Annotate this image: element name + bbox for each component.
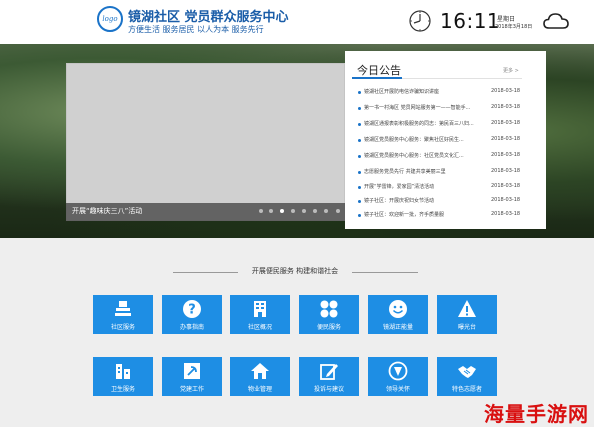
- grid-icon: [320, 300, 338, 318]
- clock-icon: [409, 10, 431, 32]
- home-icon: [251, 363, 269, 379]
- notice-item-date: 2018-03-18: [491, 183, 521, 189]
- smile-icon: [389, 300, 407, 318]
- tile-overview[interactable]: 社区概况: [230, 295, 290, 334]
- notice-item-date: 2018-03-18: [491, 104, 521, 110]
- notice-item[interactable]: 开展“学雷锋，爱家园”清洁活动 2018-03-18: [358, 183, 530, 193]
- tile-property[interactable]: 物业管理: [230, 357, 290, 396]
- svg-text:?: ?: [188, 303, 196, 318]
- logo[interactable]: logo: [97, 6, 123, 32]
- slider-dot[interactable]: [313, 209, 317, 213]
- tile-label: 办事指南: [179, 324, 204, 331]
- notice-item-title[interactable]: 镜子社区：开展庆祝妇女节活动: [364, 197, 482, 204]
- tile-label: 曝光台: [457, 324, 476, 331]
- bullet-icon: [358, 171, 361, 174]
- building-icon: [254, 301, 266, 317]
- tile-label: 物业管理: [247, 386, 272, 393]
- tile-complaints[interactable]: 投诉与建议: [299, 357, 359, 396]
- notice-item-date: 2018-03-18: [491, 197, 521, 203]
- tile-label: 特色志愿者: [451, 386, 482, 393]
- bullet-icon: [358, 214, 361, 217]
- watermark: 海量手游网: [484, 402, 589, 426]
- notice-item-date: 2018-03-18: [491, 211, 521, 217]
- slider-dot[interactable]: [269, 209, 273, 213]
- health-icon: [116, 364, 130, 379]
- cloud-icon: [543, 13, 569, 29]
- notice-item-title[interactable]: 志愿服务党员先行 共建共享美丽三里: [364, 168, 482, 175]
- notice-item[interactable]: 镜湖区党员服务中心服务：聚焦社区好民生... 2018-03-18: [358, 136, 530, 146]
- page-title: 镜湖社区 党员群众服务中心: [128, 10, 289, 25]
- notice-item-title[interactable]: 第一书一村海区 党员网站服务第一——智能手...: [364, 104, 482, 111]
- edit-icon: [320, 364, 338, 380]
- divider-left: [173, 272, 238, 273]
- tile-positive-energy[interactable]: 镜湖正能量: [368, 295, 428, 334]
- tile-guide[interactable]: ? 办事指南: [162, 295, 222, 334]
- date: 2018年3月18日: [495, 24, 533, 30]
- tile-community-service[interactable]: 社区服务: [93, 295, 153, 334]
- slider-dot[interactable]: [291, 209, 295, 213]
- tile-label: 社区概况: [247, 324, 272, 331]
- notice-item[interactable]: 第一书一村海区 党员网站服务第一——智能手... 2018-03-18: [358, 104, 530, 114]
- tile-exposure[interactable]: 曝光台: [437, 295, 497, 334]
- handshake-icon: [458, 366, 476, 378]
- bullet-icon: [358, 155, 361, 158]
- slogan: 方便生活 服务居民 以人为本 服务先行: [128, 25, 264, 34]
- slider-caption[interactable]: 开展“趣味庆三八”活动: [72, 206, 142, 216]
- notice-item-title[interactable]: 镜湖社区开展防电信诈骗知识讲座: [364, 88, 482, 95]
- tile-label: 党建工作: [179, 386, 204, 393]
- bullet-icon: [358, 123, 361, 126]
- notice-item-date: 2018-03-18: [491, 120, 521, 126]
- notice-title: 今日公告: [357, 64, 401, 77]
- notice-item-title[interactable]: 镜湖区党员服务中心服务：聚焦社区好民生...: [364, 136, 482, 143]
- slider-dot[interactable]: [259, 209, 263, 213]
- notice-item-title[interactable]: 开展“学雷锋，爱家园”清洁活动: [364, 183, 482, 190]
- time-display: 16:11: [440, 9, 501, 33]
- bullet-icon: [358, 186, 361, 189]
- tile-volunteers[interactable]: 特色志愿者: [437, 357, 497, 396]
- notice-item-title[interactable]: 镜湖区通报表彰积极服务的同志：第民百三八妇...: [364, 120, 482, 127]
- tile-label: 卫生服务: [110, 386, 135, 393]
- more-link[interactable]: 更多 >: [503, 67, 519, 74]
- notice-item[interactable]: 镜湖社区开展防电信诈骗知识讲座 2018-03-18: [358, 88, 530, 98]
- slider-dot[interactable]: [336, 209, 340, 213]
- notice-item[interactable]: 志愿服务党员先行 共建共享美丽三里 2018-03-18: [358, 168, 530, 178]
- notice-item[interactable]: 镜子社区：欢迎新一批，齐手质量服 2018-03-18: [358, 211, 530, 221]
- notice-item[interactable]: 镜子社区：开展庆祝妇女节活动 2018-03-18: [358, 197, 530, 207]
- logo-text: logo: [102, 15, 118, 23]
- slider-dot[interactable]: [324, 209, 328, 213]
- slider-dot[interactable]: [302, 209, 306, 213]
- bullet-icon: [358, 139, 361, 142]
- weekday: 星期日: [497, 16, 516, 23]
- tile-convenience[interactable]: 便民服务: [299, 295, 359, 334]
- notice-item-title[interactable]: 镜湖区党员服务中心服务：社区党员文化汇...: [364, 152, 482, 159]
- bullet-icon: [358, 91, 361, 94]
- services-title: 开展便民服务 构建和谐社会: [251, 267, 339, 275]
- tile-label: 领导关怀: [385, 386, 410, 393]
- tile-leader-care[interactable]: 领导关怀: [368, 357, 428, 396]
- tile-party-building[interactable]: 党建工作: [162, 357, 222, 396]
- tile-label: 镜湖正能量: [382, 324, 413, 331]
- tile-label: 社区服务: [110, 324, 135, 331]
- tile-label: 投诉与建议: [313, 386, 344, 393]
- slider-dot-active[interactable]: [280, 209, 284, 213]
- question-icon: ?: [183, 300, 201, 318]
- tile-health[interactable]: 卫生服务: [93, 357, 153, 396]
- image-slider[interactable]: [66, 63, 345, 221]
- notice-item[interactable]: 镜湖区党员服务中心服务：社区党员文化汇... 2018-03-18: [358, 152, 530, 162]
- divider-accent: [352, 77, 402, 79]
- bullet-icon: [358, 200, 361, 203]
- notice-item-title[interactable]: 镜子社区：欢迎新一批，齐手质量服: [364, 211, 482, 218]
- notice-item-date: 2018-03-18: [491, 136, 521, 142]
- notice-item-date: 2018-03-18: [491, 88, 521, 94]
- party-icon: [184, 363, 200, 379]
- notice-item-date: 2018-03-18: [491, 168, 521, 174]
- notice-item-date: 2018-03-18: [491, 152, 521, 158]
- tile-label: 便民服务: [316, 324, 341, 331]
- leader-icon: [388, 361, 408, 381]
- notice-item[interactable]: 镜湖区通报表彰积极服务的同志：第民百三八妇... 2018-03-18: [358, 120, 530, 130]
- community-icon: [115, 301, 131, 316]
- warning-icon: [458, 300, 476, 317]
- divider-right: [352, 272, 418, 273]
- bullet-icon: [358, 107, 361, 110]
